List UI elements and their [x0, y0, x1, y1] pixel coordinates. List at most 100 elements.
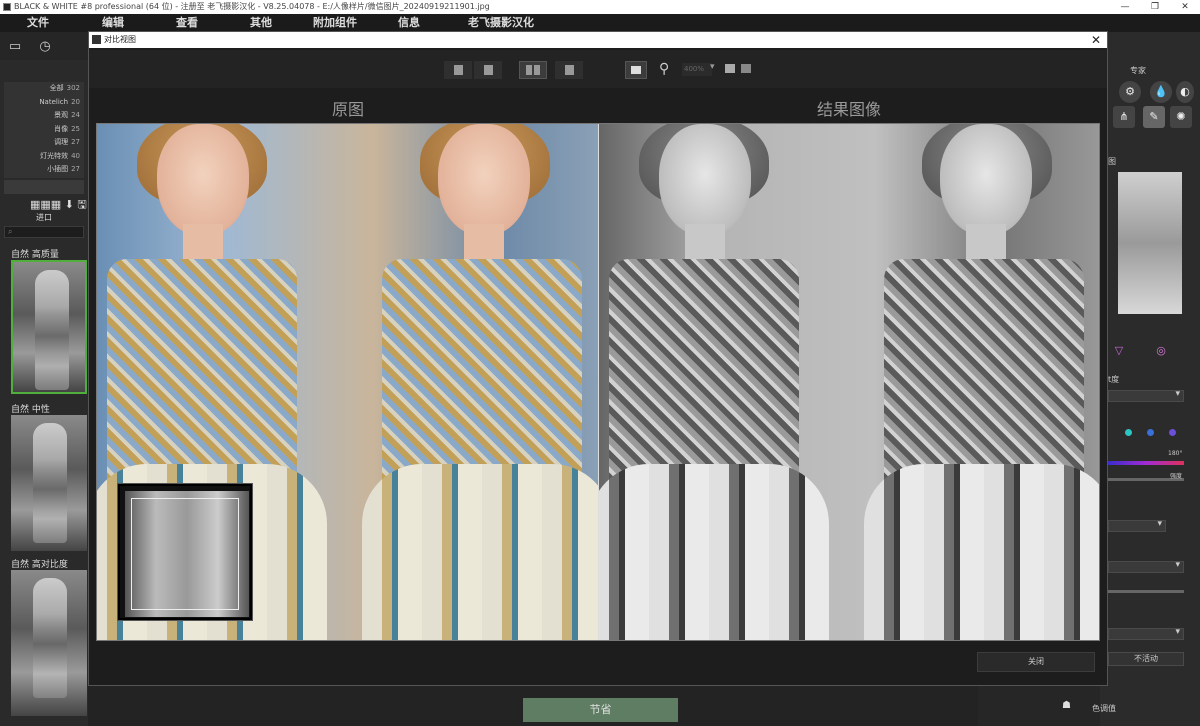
strength-label: 强度	[1170, 473, 1183, 480]
nodes-icon[interactable]: ⋔	[1113, 106, 1135, 128]
tone-icon[interactable]: ☗	[1062, 700, 1071, 711]
view-split-vertical-button[interactable]	[444, 61, 472, 79]
category-name: 景观	[54, 111, 69, 119]
inactive-button[interactable]: 不活动	[1108, 652, 1184, 666]
navigator-panel[interactable]	[118, 484, 252, 620]
droplet-icon[interactable]: 💧	[1150, 81, 1172, 103]
filter-icon[interactable]: ◐	[1176, 81, 1194, 103]
category-count: 27	[71, 165, 80, 173]
category-name: 肖像	[54, 124, 69, 133]
view-single-button[interactable]	[474, 61, 502, 79]
figure-dress-bodice	[609, 259, 799, 489]
preset-thumbnail-image	[33, 423, 67, 543]
tone-slider[interactable]	[1108, 590, 1184, 593]
view-split-horizontal-button[interactable]	[555, 61, 583, 79]
category-count: 24	[71, 111, 80, 119]
compare-divider[interactable]	[598, 124, 599, 640]
history-icon[interactable]: ◷	[30, 32, 60, 60]
preset-thumb-high-contrast[interactable]	[11, 570, 87, 716]
menu-view[interactable]: 查看	[150, 14, 224, 32]
screen-icon[interactable]	[725, 64, 735, 73]
tone-label[interactable]: 色调值	[1092, 703, 1116, 714]
dialog-titlebar: 对比视图 ✕	[89, 32, 1107, 48]
hsl-icon[interactable]: ▽	[1108, 340, 1130, 362]
category-list: 全部 302 Natelich 20 景观 24 肖像 25 调理 27 灯光特效 40 小…	[4, 82, 84, 178]
figure-dress-skirt	[362, 464, 599, 640]
category-landscape[interactable]: 景观 24	[4, 109, 84, 123]
category-all[interactable]: 全部 302	[4, 82, 84, 96]
brush-icon[interactable]: ✎	[1143, 106, 1165, 128]
aperture-icon[interactable]: ✺	[1170, 106, 1192, 128]
preset-thumbnail-image	[35, 270, 69, 390]
category-portrait[interactable]: 肖像 25	[4, 123, 84, 137]
tab-expert[interactable]: 专家	[1108, 64, 1168, 78]
left-panel: 全部 302 Natelich 20 景观 24 肖像 25 调理 27 灯光特效 40 小…	[0, 60, 88, 726]
original-image-label: 原图	[331, 100, 364, 119]
category-toning[interactable]: 调理 27	[4, 136, 84, 150]
category-light-effects[interactable]: 灯光特效 40	[4, 150, 84, 164]
hue-slider[interactable]	[1108, 461, 1184, 465]
minimize-button[interactable]: —	[1110, 0, 1140, 14]
figure-face	[659, 124, 751, 236]
close-button[interactable]: 关闭	[977, 652, 1095, 672]
brightness-dropdown[interactable]	[1108, 389, 1184, 402]
luma-icon[interactable]: ◎	[1150, 340, 1172, 362]
hand-tool-icon[interactable]	[741, 64, 751, 73]
menu-file[interactable]: 文件	[0, 14, 76, 32]
category-name: Natelich	[39, 97, 69, 106]
menu-info[interactable]: 信息	[372, 14, 446, 32]
navigator-viewport-rect[interactable]	[131, 498, 239, 610]
bottom-right-bar	[978, 686, 1100, 726]
color-dot-cyan[interactable]	[1125, 429, 1132, 436]
tone-dropdown[interactable]	[1108, 560, 1184, 573]
save-button[interactable]: 节省	[523, 698, 678, 722]
single-view-icon	[483, 65, 493, 75]
view-side-by-side-button[interactable]	[519, 61, 547, 79]
figure-face	[940, 124, 1032, 236]
window-titlebar: BLACK & WHITE #8 professional (64 位) - 注…	[0, 0, 1200, 14]
figure-dress-bodice	[107, 259, 297, 489]
settings-gear-icon[interactable]: ⚙	[1119, 81, 1141, 103]
category-count: 302	[66, 84, 80, 92]
maximize-button[interactable]: ❐	[1140, 0, 1170, 14]
preset-thumb-neutral[interactable]	[11, 415, 87, 551]
view-toolbar: ⚲ 400% ▾	[89, 50, 1107, 88]
import-label[interactable]: 进口	[0, 212, 88, 223]
layer-dropdown[interactable]	[1108, 627, 1184, 640]
figure-dress-skirt	[599, 464, 829, 640]
dialog-app-icon	[92, 35, 101, 44]
category-scrollbar[interactable]	[4, 180, 84, 194]
category-count: 27	[71, 138, 80, 146]
open-file-icon[interactable]: ▭	[0, 32, 30, 60]
color-dot-violet[interactable]	[1169, 429, 1176, 436]
preset-search-input[interactable]: ⌕	[4, 226, 84, 238]
preset-label-neutral: 自然 中性	[11, 405, 50, 415]
preset-thumbnail-image	[33, 578, 67, 698]
figure-neck	[966, 224, 1006, 264]
menu-localization[interactable]: 老飞摄影汉化	[446, 14, 556, 32]
preview-thumbnail	[1118, 172, 1182, 314]
category-vignette[interactable]: 小插图 27	[4, 163, 84, 177]
magnifier-icon[interactable]: ⚲	[659, 61, 669, 77]
menu-bar: 文件 编辑 查看 其他 附加组件 信息 老飞摄影汉化	[0, 14, 1200, 32]
category-name: 小插图	[47, 165, 69, 173]
category-natelich[interactable]: Natelich 20	[4, 96, 84, 110]
preset-thumb-high-quality[interactable]	[11, 260, 87, 394]
figure-dress-bodice	[382, 259, 582, 489]
zoom-dropdown-arrow[interactable]: ▾	[710, 62, 715, 72]
dialog-close-icon[interactable]: ✕	[1091, 32, 1101, 48]
app-icon	[3, 3, 11, 11]
fit-to-screen-button[interactable]	[625, 61, 647, 79]
figure-dress-bodice	[884, 259, 1084, 489]
figure-neck	[685, 224, 725, 264]
split-horizontal-icon	[564, 65, 574, 75]
menu-addons[interactable]: 附加组件	[298, 14, 372, 32]
zoom-field[interactable]: 400%	[682, 63, 712, 76]
mode-dropdown[interactable]	[1108, 519, 1166, 532]
category-name: 调理	[54, 138, 69, 146]
menu-other[interactable]: 其他	[224, 14, 298, 32]
close-window-button[interactable]: ✕	[1170, 0, 1200, 14]
color-dot-blue[interactable]	[1147, 429, 1154, 436]
category-count: 25	[71, 124, 80, 133]
menu-edit[interactable]: 编辑	[76, 14, 150, 32]
